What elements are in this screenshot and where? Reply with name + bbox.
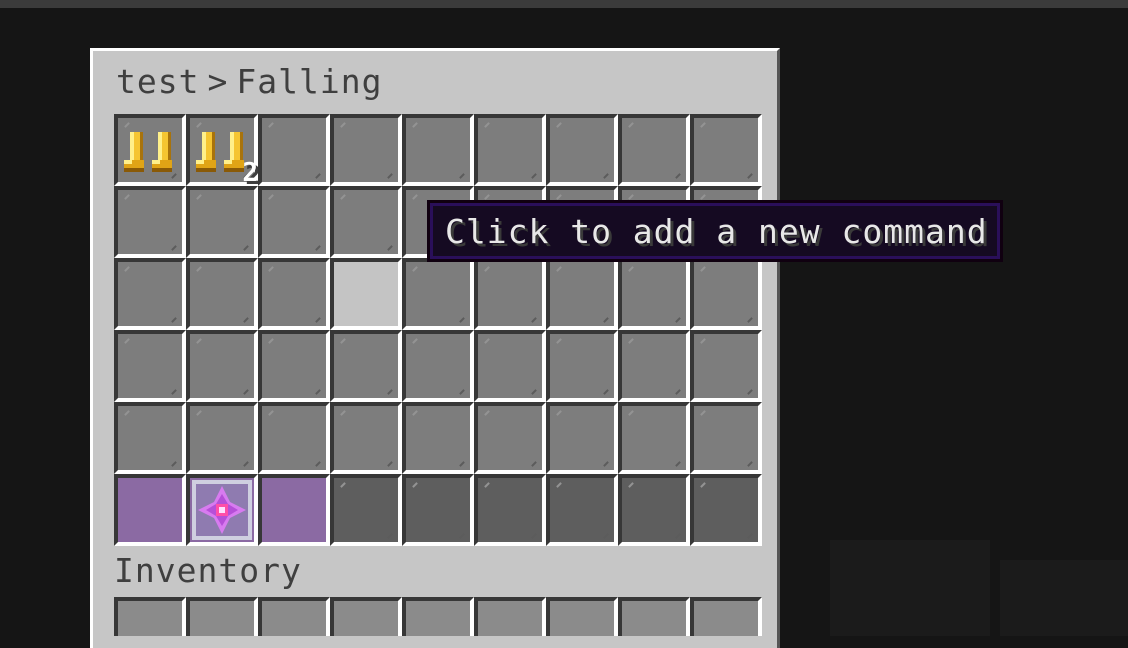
command-slot[interactable]: [114, 186, 186, 258]
command-slot[interactable]: [330, 474, 402, 546]
command-slot[interactable]: [330, 258, 402, 330]
command-slot[interactable]: [402, 330, 474, 402]
background-block: [1000, 560, 1128, 636]
command-slot[interactable]: [186, 402, 258, 474]
inventory-slot[interactable]: [258, 597, 330, 636]
command-slot[interactable]: [258, 114, 330, 186]
inventory-label: Inventory: [114, 551, 302, 590]
command-slot[interactable]: [690, 114, 762, 186]
command-slot[interactable]: [618, 330, 690, 402]
purple-crystal-icon: [192, 480, 252, 540]
command-slot[interactable]: [258, 186, 330, 258]
command-slot[interactable]: [690, 402, 762, 474]
command-slot[interactable]: [546, 258, 618, 330]
inventory-slot[interactable]: [618, 597, 690, 636]
command-slot[interactable]: [186, 186, 258, 258]
command-slot[interactable]: [690, 330, 762, 402]
golden-boots-icon: [124, 132, 172, 172]
command-slot[interactable]: [186, 330, 258, 402]
selected-slot-highlight[interactable]: [114, 474, 186, 546]
command-slot[interactable]: [258, 330, 330, 402]
window-top-bar: [0, 0, 1128, 8]
command-slot[interactable]: [618, 114, 690, 186]
stack-count: 2: [242, 158, 258, 188]
tooltip-text: Click to add a new command: [445, 212, 988, 251]
command-slot[interactable]: [474, 474, 546, 546]
breadcrumb-separator: >: [207, 62, 229, 101]
command-slot[interactable]: [186, 258, 258, 330]
item-slot-golden-boots[interactable]: [114, 114, 186, 186]
inventory-slot[interactable]: [690, 597, 762, 636]
command-slot[interactable]: [330, 402, 402, 474]
command-slot[interactable]: [474, 114, 546, 186]
inventory-slot[interactable]: [546, 597, 618, 636]
command-slot[interactable]: [114, 402, 186, 474]
command-slot[interactable]: [330, 330, 402, 402]
breadcrumb-current: Falling: [236, 62, 383, 101]
command-slot[interactable]: [402, 114, 474, 186]
inventory-slot[interactable]: [474, 597, 546, 636]
command-slot[interactable]: [546, 114, 618, 186]
inventory-slot[interactable]: [186, 597, 258, 636]
inventory-slot[interactable]: [114, 597, 186, 636]
command-slot[interactable]: [474, 402, 546, 474]
add-command-tooltip: Click to add a new command: [427, 200, 1003, 262]
command-slot[interactable]: [114, 330, 186, 402]
command-slot[interactable]: [258, 402, 330, 474]
command-slot[interactable]: [546, 402, 618, 474]
command-slot[interactable]: [546, 474, 618, 546]
command-slot[interactable]: [330, 114, 402, 186]
command-slot[interactable]: [114, 258, 186, 330]
command-slot[interactable]: [618, 258, 690, 330]
command-slot[interactable]: [402, 402, 474, 474]
command-slot[interactable]: [474, 330, 546, 402]
inventory-slot[interactable]: [402, 597, 474, 636]
command-slot[interactable]: [474, 258, 546, 330]
command-slot[interactable]: [690, 258, 762, 330]
command-slot[interactable]: [402, 474, 474, 546]
inventory-slot[interactable]: [330, 597, 402, 636]
background-block: [830, 540, 990, 636]
command-slot[interactable]: [402, 258, 474, 330]
page-title: test > Falling: [116, 62, 382, 101]
command-slot[interactable]: [690, 474, 762, 546]
command-slot[interactable]: [618, 474, 690, 546]
selected-slot-highlight[interactable]: [258, 474, 330, 546]
breadcrumb-parent[interactable]: test: [116, 62, 199, 101]
command-slot[interactable]: [330, 186, 402, 258]
command-slot[interactable]: [546, 330, 618, 402]
command-slot[interactable]: [258, 258, 330, 330]
item-slot-golden-boots[interactable]: 2: [186, 114, 258, 188]
command-slot[interactable]: [618, 402, 690, 474]
command-block-slot[interactable]: [186, 474, 258, 546]
